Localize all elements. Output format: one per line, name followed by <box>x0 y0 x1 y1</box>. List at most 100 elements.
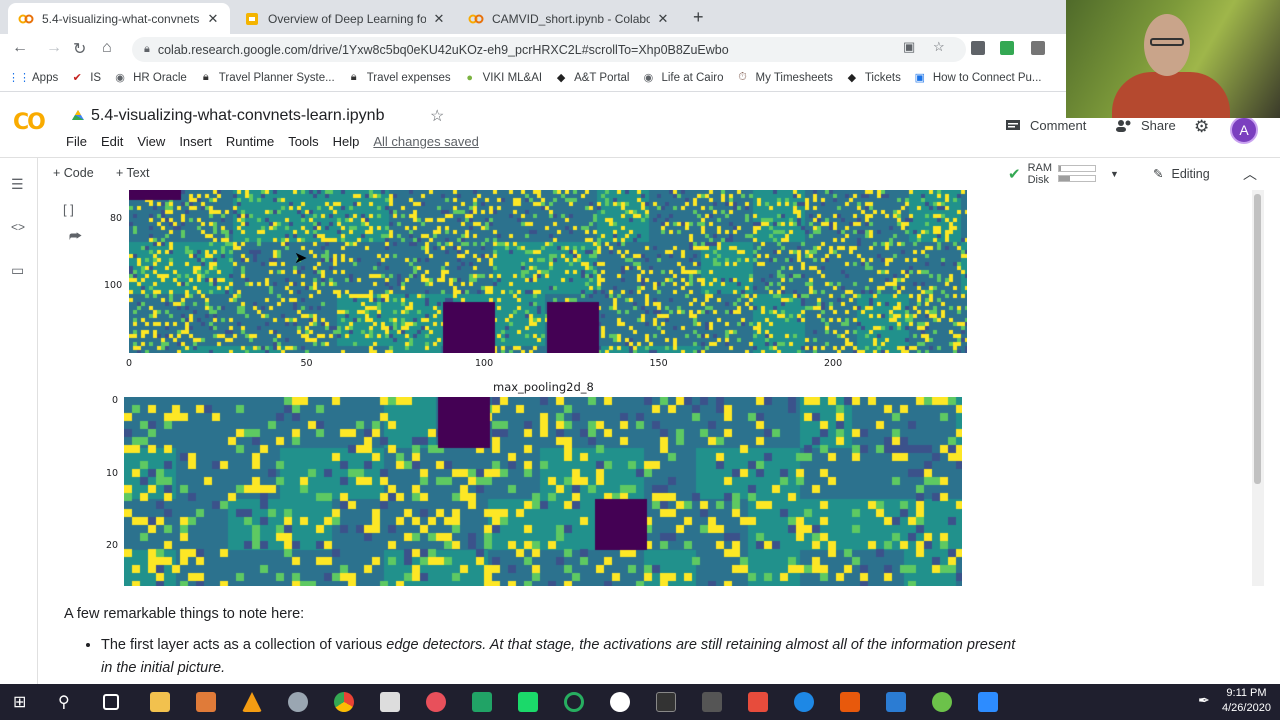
run-cell-button[interactable]: [ ] <box>63 202 74 217</box>
bookmark-how-to-connect-pu[interactable]: ▣ How to Connect Pu... <box>913 71 1042 85</box>
notes-bullet: The first layer acts as a collection of … <box>101 634 1024 680</box>
add-code-button[interactable]: + Code <box>53 166 94 180</box>
bookmark-label: Life at Cairo <box>661 71 724 84</box>
check-icon: ✔ <box>1008 166 1021 183</box>
menu-file[interactable]: File <box>66 134 87 149</box>
code-snippets-icon[interactable]: <> <box>11 220 25 234</box>
scrollbar[interactable] <box>1252 190 1264 586</box>
app-icon[interactable] <box>610 692 630 712</box>
notes-intro: A few remarkable things to note here: <box>64 606 305 622</box>
feature-map-grid <box>124 397 962 586</box>
bookmark-travel-planner-syste[interactable]: 🔒︎ Travel Planner Syste... <box>199 71 335 85</box>
bookmark-label: How to Connect Pu... <box>932 71 1042 84</box>
app-icon[interactable] <box>288 692 308 712</box>
tab-visualizing-convnets[interactable]: 5.4-visualizing-what-convnets-le ✕ <box>8 3 230 34</box>
home-icon[interactable]: ⌂ <box>102 39 112 57</box>
menu-view[interactable]: View <box>137 134 165 149</box>
snipping-tool-icon[interactable] <box>426 692 446 712</box>
tab-overview-deep-learning[interactable]: Overview of Deep Learning for C ✕ <box>234 3 456 34</box>
windows-start-icon[interactable]: ⊞ <box>13 692 33 712</box>
app-icon[interactable] <box>564 692 584 712</box>
chrome-icon[interactable] <box>334 692 354 712</box>
zoom-icon[interactable] <box>978 692 998 712</box>
bookmark-travel-expenses[interactable]: 🔒︎ Travel expenses <box>347 71 451 85</box>
close-icon[interactable]: ✕ <box>206 11 220 27</box>
save-status[interactable]: All changes saved <box>373 134 479 149</box>
task-view-icon[interactable] <box>103 694 119 710</box>
check-icon: ✔ <box>72 72 82 84</box>
window-icon: ▣ <box>914 72 926 84</box>
system-clock[interactable]: 9:11 PM 4/26/2020 <box>1222 686 1271 716</box>
pencil-icon: ✎ <box>1153 167 1164 181</box>
y-tick-label: 10 <box>106 467 119 479</box>
bookmark-tickets[interactable]: ◆ Tickets <box>845 71 901 85</box>
close-icon[interactable]: ✕ <box>656 11 670 27</box>
close-icon[interactable]: ✕ <box>432 11 446 27</box>
extension-icon[interactable] <box>1031 41 1045 55</box>
resources-indicator[interactable]: ✔ RAM Disk ▼ <box>1008 162 1119 186</box>
bookmark-life-at-cairo[interactable]: ◉ Life at Cairo <box>641 71 724 85</box>
bookmark-viki-ml-ai[interactable]: ● VIKI ML&AI <box>463 71 542 85</box>
extension-icon[interactable] <box>1000 41 1014 55</box>
y-tick-label: 0 <box>112 395 119 406</box>
output-menu-icon[interactable]: ⮫ <box>69 228 82 245</box>
notebook-title[interactable]: 5.4-visualizing-what-convnets-learn.ipyn… <box>91 107 384 125</box>
drive-icon[interactable] <box>71 109 85 123</box>
share-button[interactable]: Share <box>1115 118 1176 133</box>
lock-icon: 🔒︎ <box>350 71 357 83</box>
menu-tools[interactable]: Tools <box>288 134 318 149</box>
back-icon[interactable]: ← <box>12 39 28 57</box>
search-icon[interactable]: ⚲ <box>58 692 78 712</box>
comment-button[interactable]: Comment <box>1005 118 1086 133</box>
clock-date: 4/26/2020 <box>1222 702 1271 714</box>
edge-icon[interactable] <box>794 692 814 712</box>
bookmark-apps[interactable]: ⋮⋮ Apps <box>8 71 58 85</box>
colab-logo[interactable]: CO <box>13 110 46 135</box>
table-of-contents-icon[interactable]: ☰ <box>11 176 24 193</box>
colab-menu-bar: File Edit View Insert Runtime Tools Help… <box>66 134 493 149</box>
menu-help[interactable]: Help <box>333 134 360 149</box>
cast-icon[interactable]: ▣ <box>903 39 915 55</box>
calculator-icon[interactable] <box>380 692 400 712</box>
reload-icon[interactable]: ↻ <box>73 39 86 59</box>
star-icon[interactable]: ☆ <box>430 106 444 126</box>
pen-icon[interactable]: ✒ <box>1198 692 1218 712</box>
menu-edit[interactable]: Edit <box>101 134 123 149</box>
chevron-down-icon[interactable]: ▼ <box>1110 169 1119 179</box>
extension-icon[interactable] <box>971 41 985 55</box>
bookmark-star-icon[interactable]: ☆ <box>933 39 945 55</box>
gear-icon[interactable]: ⚙ <box>1194 117 1209 137</box>
folder-icon[interactable]: ▭ <box>11 262 24 279</box>
menu-insert[interactable]: Insert <box>179 134 212 149</box>
mouse-cursor-icon: ➤ <box>294 250 308 267</box>
add-text-button[interactable]: + Text <box>116 166 149 180</box>
bookmark-a-t-portal[interactable]: ◆ A&T Portal <box>554 71 630 85</box>
bookmark-my-timesheets[interactable]: ⏱ My Timesheets <box>736 71 833 85</box>
media-player-icon[interactable] <box>196 692 216 712</box>
file-explorer-icon[interactable] <box>150 692 170 712</box>
notepad-icon[interactable] <box>472 692 492 712</box>
forward-icon[interactable]: → <box>46 39 62 57</box>
collapse-header-icon[interactable]: ︿ <box>1243 164 1257 184</box>
tab-camvid-short[interactable]: CAMVID_short.ipynb - Colaborat ✕ <box>458 3 680 34</box>
bookmark-hr-oracle[interactable]: ◉ HR Oracle <box>113 71 187 85</box>
disk-label: Disk <box>1027 174 1049 186</box>
app-icon[interactable] <box>932 692 952 712</box>
tab-title: CAMVID_short.ipynb - Colaborat <box>492 11 650 26</box>
people-icon <box>1116 119 1131 132</box>
address-bar[interactable]: 🔒︎ colab.research.google.com/drive/1Yxw8… <box>132 37 966 62</box>
pycharm-icon[interactable] <box>518 692 538 712</box>
vscode-icon[interactable] <box>886 692 906 712</box>
app-icon[interactable] <box>702 692 722 712</box>
terminal-icon[interactable] <box>656 692 676 712</box>
editing-mode-button[interactable]: ✎ Editing <box>1153 166 1210 182</box>
app-icon[interactable] <box>748 692 768 712</box>
vlc-icon[interactable] <box>242 692 262 712</box>
new-tab-button[interactable]: + <box>693 7 704 28</box>
editing-label: Editing <box>1171 166 1210 181</box>
menu-runtime[interactable]: Runtime <box>226 134 274 149</box>
comment-label: Comment <box>1030 118 1087 133</box>
app-icon[interactable] <box>840 692 860 712</box>
bookmark-is[interactable]: ✔ IS <box>70 71 101 85</box>
avatar[interactable]: A <box>1230 116 1258 144</box>
